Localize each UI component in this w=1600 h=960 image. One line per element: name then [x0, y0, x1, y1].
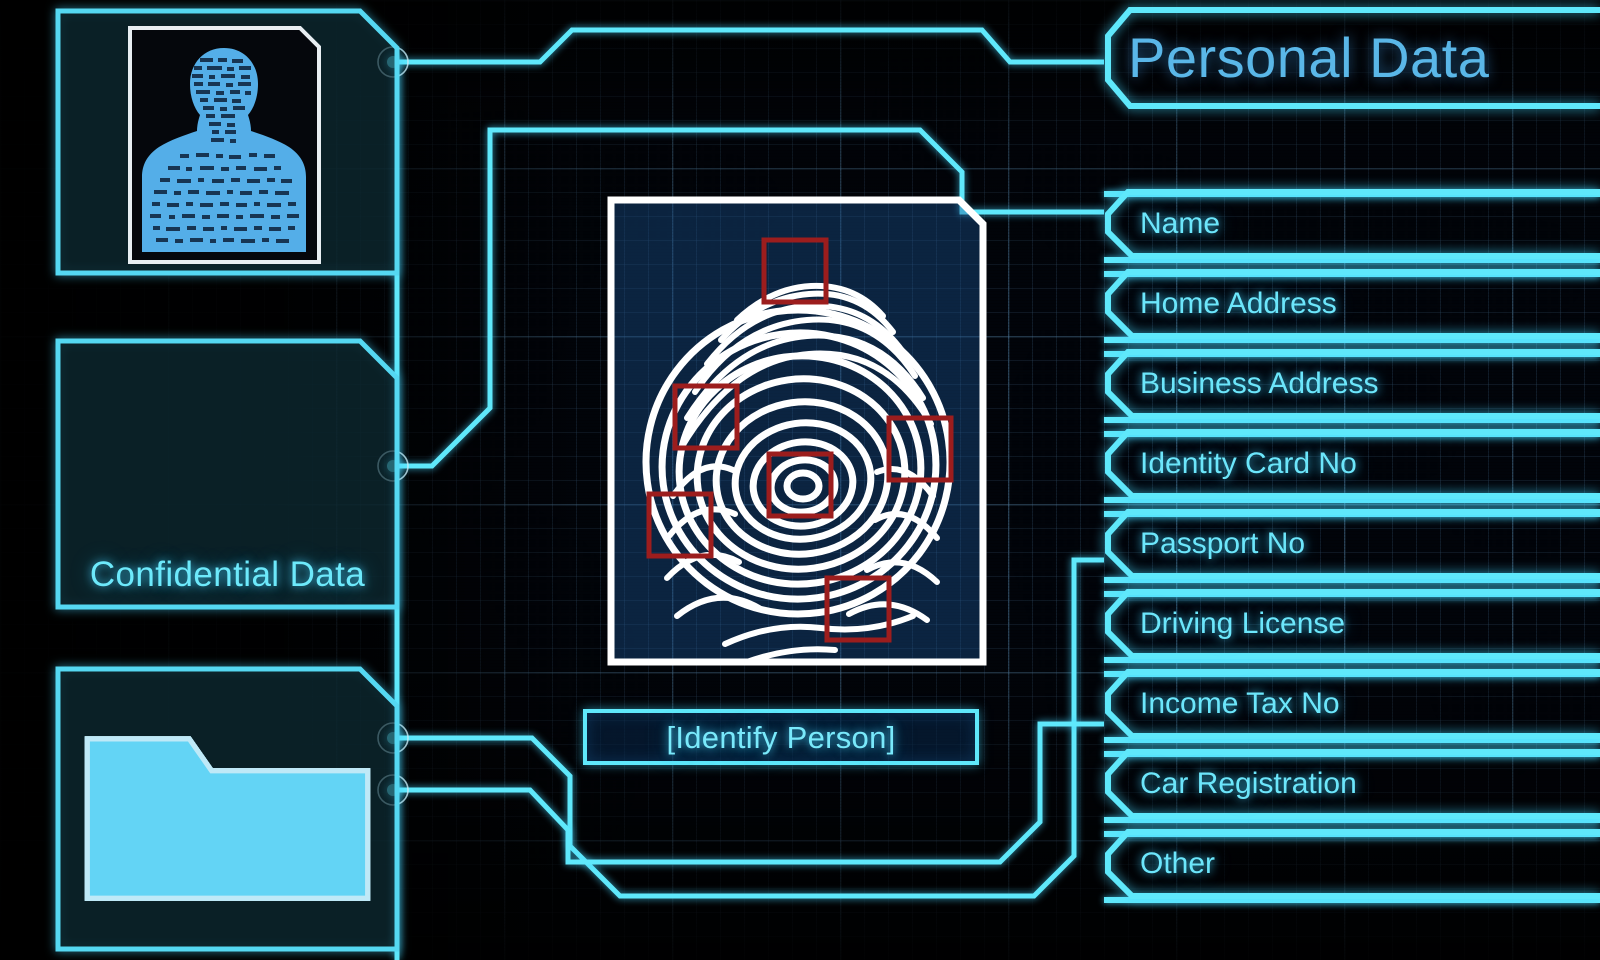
confidential-data-panel[interactable]: Confidential Data [55, 338, 400, 610]
personal-data-header: Personal Data [1104, 6, 1600, 110]
avatar-panel[interactable] [55, 8, 400, 276]
screen: Confidential Data [Identify Person] Pers… [0, 0, 1600, 960]
confidential-data-label: Confidential Data [89, 555, 366, 594]
field-row-other[interactable]: Other [1104, 828, 1600, 900]
field-label: Identity Card No [1140, 447, 1357, 480]
field-label: Driving License [1140, 607, 1346, 640]
field-label: Passport No [1140, 527, 1306, 560]
field-label: Home Address [1140, 287, 1337, 320]
folder-icon[interactable] [81, 692, 374, 926]
field-label: Other [1140, 847, 1216, 880]
field-row-name[interactable]: Name [1104, 188, 1600, 260]
field-label: Business Address [1140, 367, 1379, 400]
field-row-identity-card-no[interactable]: Identity Card No [1104, 428, 1600, 500]
field-label: Income Tax No [1140, 687, 1340, 720]
personal-data-field-list: Name Home Address Business Address Ident… [1104, 188, 1600, 918]
field-row-home-address[interactable]: Home Address [1104, 268, 1600, 340]
field-label: Name [1140, 207, 1221, 240]
identify-person-label: [Identify Person] [666, 719, 896, 755]
identify-person-button[interactable]: [Identify Person] [583, 709, 979, 765]
field-row-business-address[interactable]: Business Address [1104, 348, 1600, 420]
page-title: Personal Data [1128, 26, 1490, 89]
photo-frame [128, 26, 321, 264]
field-label: Car Registration [1140, 767, 1357, 800]
fingerprint-scanner[interactable] [607, 196, 987, 666]
field-row-car-registration[interactable]: Car Registration [1104, 748, 1600, 820]
folder-grid [81, 692, 374, 926]
field-row-driving-license[interactable]: Driving License [1104, 588, 1600, 660]
field-row-income-tax-no[interactable]: Income Tax No [1104, 668, 1600, 740]
fingerprint-icon [642, 237, 954, 665]
folders-panel[interactable] [55, 666, 400, 952]
field-row-passport-no[interactable]: Passport No [1104, 508, 1600, 580]
